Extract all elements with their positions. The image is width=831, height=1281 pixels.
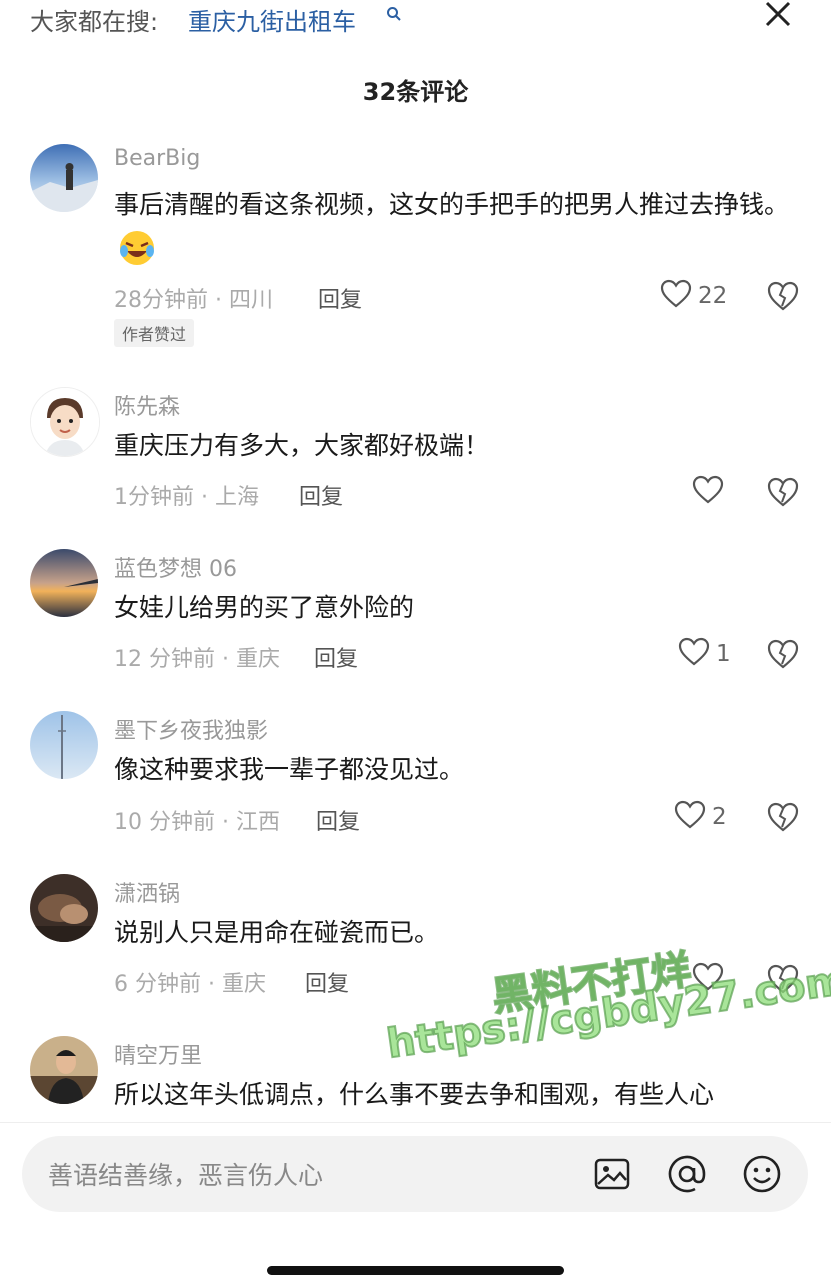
comment-meta: 10 分钟前 · 江西 [114, 810, 280, 835]
like-button[interactable]: 22 [660, 279, 727, 313]
comment-text: 所以这年头低调点，什么事不要去争和围观，有些人心 [114, 1080, 715, 1109]
username[interactable]: 陈先森 [114, 389, 180, 421]
broken-heart-icon[interactable] [766, 801, 800, 833]
author-liked-badge: 作者赞过 [114, 319, 195, 347]
comment-text: 像这种要求我一辈子都没见过。 [114, 755, 465, 784]
top-bar: 大家都在搜: 重庆九街出租车 [0, 0, 831, 40]
hot-search-label: 大家都在搜: [30, 8, 159, 36]
username[interactable]: 蓝色梦想 06 [114, 551, 237, 583]
like-button[interactable]: 2 [674, 800, 727, 834]
at-icon[interactable] [667, 1154, 707, 1194]
comment-input-area [0, 1122, 831, 1281]
comment-count-title: 32条评论 [362, 78, 469, 106]
heart-icon [692, 475, 724, 509]
username[interactable]: BearBig [114, 146, 200, 171]
comment-text: 事后清醒的看这条视频，这女的手把手的把男人推过去挣钱。 [114, 182, 794, 274]
username[interactable]: 墨下乡夜我独影 [114, 713, 268, 745]
close-icon[interactable] [760, 0, 796, 32]
avatar[interactable] [30, 549, 98, 617]
comment-text: 女娃儿给男的买了意外险的 [114, 593, 415, 622]
username[interactable]: 晴空万里 [114, 1038, 202, 1070]
comment-input-bar [22, 1136, 808, 1212]
comment-text: 重庆压力有多大，大家都好极端！ [114, 431, 490, 460]
like-button[interactable]: 1 [678, 637, 731, 671]
reply-button[interactable]: 回复 [305, 966, 349, 998]
heart-icon [674, 800, 706, 834]
reply-button[interactable]: 回复 [318, 282, 362, 314]
home-indicator [267, 1266, 564, 1275]
avatar[interactable] [30, 144, 98, 212]
like-count: 1 [716, 641, 731, 667]
search-icon[interactable] [386, 6, 402, 22]
avatar[interactable] [30, 387, 100, 457]
comment-input[interactable] [46, 1152, 570, 1198]
broken-heart-icon[interactable] [766, 638, 800, 670]
avatar[interactable] [30, 711, 98, 779]
avatar[interactable] [30, 1036, 98, 1104]
username[interactable]: 潇洒锅 [114, 876, 180, 908]
emoji-icon[interactable] [742, 1154, 782, 1194]
comment-text-body: 事后清醒的看这条视频，这女的手把手的把男人推过去挣钱。 [114, 190, 790, 219]
broken-heart-icon[interactable] [766, 476, 800, 508]
heart-icon [660, 279, 692, 313]
like-count: 2 [712, 804, 727, 830]
like-count: 22 [698, 283, 728, 309]
reply-button[interactable]: 回复 [314, 641, 358, 673]
comment-text: 说别人只是用命在碰瓷而已。 [114, 918, 440, 947]
comment-meta: 1分钟前 · 上海 [114, 485, 259, 510]
comment-meta: 28分钟前 · 四川 [114, 288, 273, 313]
hot-search-link[interactable]: 重庆九街出租车 [188, 2, 356, 37]
comment-meta: 12 分钟前 · 重庆 [114, 647, 280, 672]
reply-button[interactable]: 回复 [299, 479, 343, 511]
heart-icon [678, 637, 710, 671]
avatar[interactable] [30, 874, 98, 942]
comment-meta: 6 分钟前 · 重庆 [114, 972, 266, 997]
image-icon[interactable] [592, 1154, 632, 1194]
laughing-face-emoji-icon [118, 229, 156, 267]
broken-heart-icon[interactable] [766, 280, 800, 312]
like-button[interactable] [692, 475, 730, 509]
reply-button[interactable]: 回复 [316, 804, 360, 836]
